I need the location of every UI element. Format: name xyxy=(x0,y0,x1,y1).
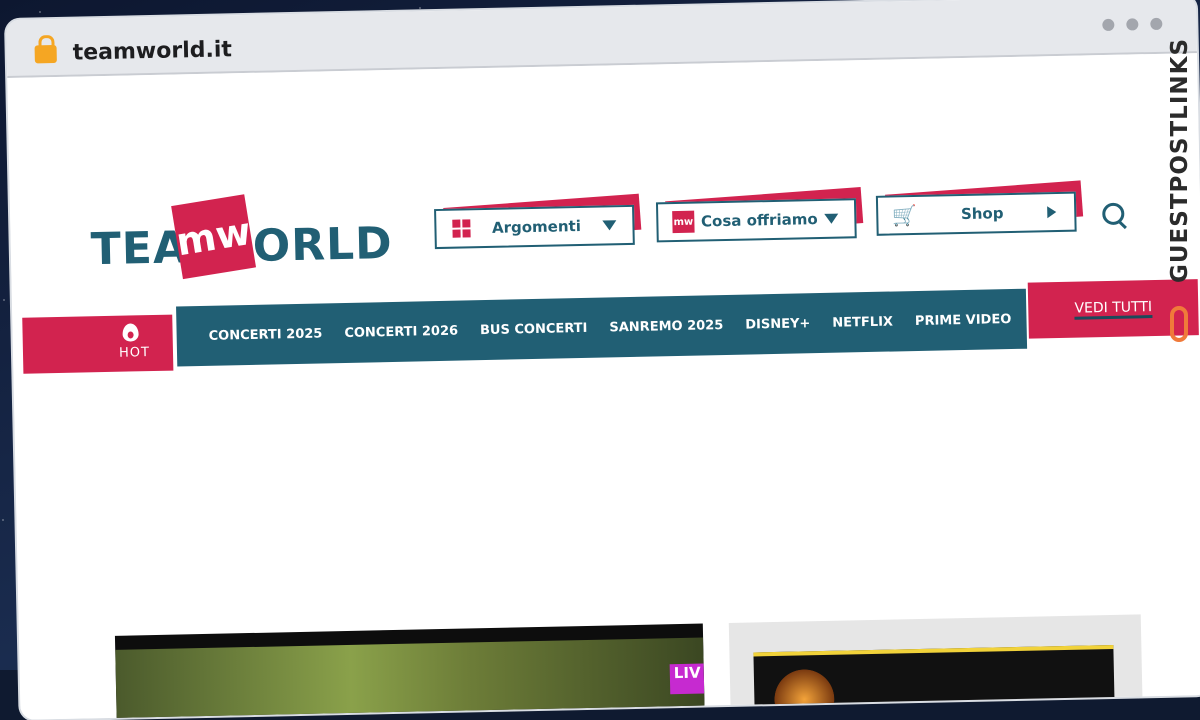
cosa-offriamo-button[interactable]: mw Cosa offriamo xyxy=(655,198,857,243)
shop-button[interactable]: 🛒 Shop xyxy=(875,191,1077,236)
watermark-text: GUESTPOSTLINKS xyxy=(1167,37,1193,283)
page-content: TEA mw ORLD Argomenti mw Cosa offriamo 🛒… xyxy=(7,53,1200,720)
address-bar-url[interactable]: teamworld.it xyxy=(72,37,232,65)
chevron-right-icon xyxy=(1047,206,1057,219)
window-dot-icon[interactable] xyxy=(1126,18,1139,31)
article-card-image xyxy=(753,644,1116,720)
window-dot-icon[interactable] xyxy=(1102,18,1115,32)
browser-window: teamworld.it TEA mw ORLD Argomenti mw Co… xyxy=(6,0,1200,720)
mw-logo-icon: mw xyxy=(672,210,695,234)
cosa-offriamo-button-wrap: mw Cosa offriamo xyxy=(655,198,857,243)
article-card[interactable] xyxy=(728,614,1143,720)
nav-item-netflix[interactable]: NETFLIX xyxy=(832,314,893,330)
nav-item-concerti-2026[interactable]: CONCERTI 2026 xyxy=(344,323,458,340)
cosa-offriamo-label: Cosa offriamo xyxy=(700,210,818,231)
window-dot-icon[interactable] xyxy=(1150,17,1163,31)
live-badge: LIV xyxy=(669,663,705,695)
article-card-live[interactable]: LIV xyxy=(114,623,705,720)
nav-item-bus-concerti[interactable]: BUS CONCERTI xyxy=(480,320,588,337)
nav-item-sanremo-2025[interactable]: SANREMO 2025 xyxy=(609,318,723,335)
chevron-down-icon xyxy=(602,220,617,231)
argomenti-button[interactable]: Argomenti xyxy=(434,204,635,250)
hot-tab[interactable]: HOT xyxy=(22,314,174,374)
chevron-down-icon xyxy=(824,213,839,224)
watermark: GUESTPOSTLINKS xyxy=(1160,37,1200,352)
nav-item-disney[interactable]: DISNEY+ xyxy=(745,316,810,332)
shop-button-wrap: 🛒 Shop xyxy=(875,191,1077,236)
argomenti-button-wrap: Argomenti xyxy=(434,204,635,250)
window-controls xyxy=(1102,17,1163,32)
cart-icon: 🛒 xyxy=(892,202,918,228)
site-logo[interactable]: TEA mw ORLD xyxy=(90,194,393,284)
hot-label: HOT xyxy=(118,345,151,361)
hot-topics-nav: CONCERTI 2025 CONCERTI 2026 BUS CONCERTI… xyxy=(176,288,1044,367)
lock-icon xyxy=(34,44,57,64)
link-icon xyxy=(1170,306,1188,342)
shop-label: Shop xyxy=(960,204,1004,224)
nav-item-concerti-2025[interactable]: CONCERTI 2025 xyxy=(209,326,323,343)
vedi-tutti-label: VEDI TUTTI xyxy=(1074,298,1153,320)
nav-item-prime-video[interactable]: PRIME VIDEO xyxy=(915,312,1012,329)
search-icon[interactable] xyxy=(1102,202,1125,226)
logo-text-right: ORLD xyxy=(252,217,394,272)
grid-icon xyxy=(452,219,471,238)
logo-mark: mw xyxy=(171,194,257,280)
argomenti-label: Argomenti xyxy=(491,217,582,237)
flame-icon xyxy=(122,323,139,342)
